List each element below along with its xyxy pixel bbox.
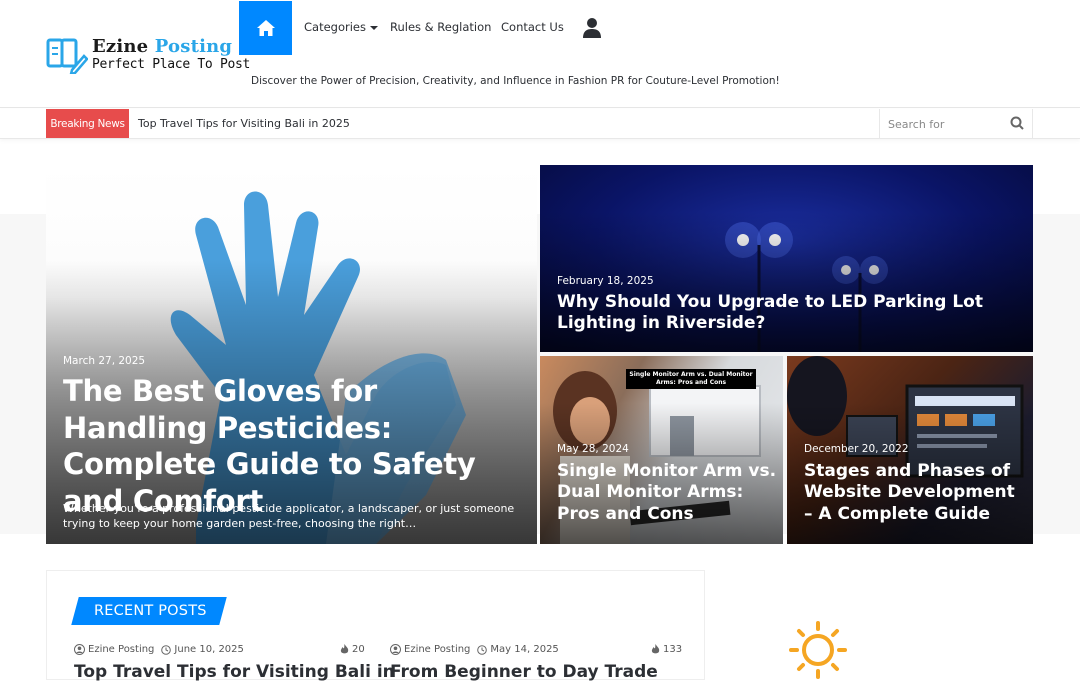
flame-icon bbox=[651, 644, 660, 654]
nav-rules[interactable]: Rules & Reglation bbox=[390, 20, 491, 34]
home-icon bbox=[256, 20, 275, 36]
breaking-news-label: Breaking News bbox=[46, 109, 129, 138]
post-view-count: 133 bbox=[663, 644, 683, 655]
recent-post-title[interactable]: Top Travel Tips for Visiting Bali in bbox=[74, 662, 395, 682]
post-view-count: 20 bbox=[352, 644, 365, 655]
post-title[interactable]: Single Monitor Arm vs. Dual Monitor Arms… bbox=[557, 461, 777, 525]
site-tagline: Discover the Power of Precision, Creativ… bbox=[251, 75, 780, 87]
post-author[interactable]: Ezine Posting bbox=[88, 644, 154, 655]
search-box bbox=[879, 109, 1033, 138]
featured-post-gloves[interactable]: March 27, 2025 The Best Gloves for Handl… bbox=[46, 165, 537, 544]
post-author[interactable]: Ezine Posting bbox=[404, 644, 470, 655]
search-icon[interactable] bbox=[1010, 116, 1024, 130]
recent-posts-section: RECENT POSTS Ezine Posting June 10, 2025… bbox=[46, 570, 705, 682]
logo-name: Ezine Posting bbox=[92, 36, 233, 57]
post-date: May 28, 2024 bbox=[557, 443, 629, 455]
post-title[interactable]: Why Should You Upgrade to LED Parking Lo… bbox=[557, 292, 1022, 335]
search-input[interactable] bbox=[888, 115, 998, 133]
image-caption: Single Monitor Arm vs. Dual Monitor Arms… bbox=[626, 369, 756, 389]
post-meta: Ezine Posting June 10, 2025 bbox=[74, 644, 244, 655]
post-views: 20 bbox=[340, 644, 365, 655]
user-icon[interactable] bbox=[582, 17, 602, 39]
home-button[interactable] bbox=[239, 1, 292, 55]
clock-icon bbox=[477, 644, 488, 655]
chevron-down-icon bbox=[370, 25, 378, 30]
book-pen-icon bbox=[46, 38, 88, 74]
post-excerpt: Whether you’re a professional pesticide … bbox=[63, 502, 515, 531]
post-title[interactable]: The Best Gloves for Handling Pesticides:… bbox=[63, 373, 528, 519]
flame-icon bbox=[340, 644, 349, 654]
post-views: 133 bbox=[651, 644, 682, 655]
featured-post-led[interactable]: February 18, 2025 Why Should You Upgrade… bbox=[540, 165, 1033, 352]
clock-icon bbox=[161, 644, 172, 655]
logo-slogan: Perfect Place To Post bbox=[92, 57, 251, 72]
post-date: December 20, 2022 bbox=[804, 443, 909, 455]
nav-contact[interactable]: Contact Us bbox=[501, 20, 564, 34]
featured-post-web-dev[interactable]: December 20, 2022 Stages and Phases of W… bbox=[787, 356, 1033, 544]
breaking-news-headline[interactable]: Top Travel Tips for Visiting Bali in 202… bbox=[138, 117, 350, 130]
post-date: June 10, 2025 bbox=[174, 644, 244, 655]
site-header: Ezine Posting Perfect Place To Post Cate… bbox=[0, 0, 1080, 108]
site-logo[interactable]: Ezine Posting Perfect Place To Post bbox=[46, 36, 250, 76]
post-date: February 18, 2025 bbox=[557, 275, 654, 287]
recent-posts-label: RECENT POSTS bbox=[94, 603, 207, 619]
post-title[interactable]: Stages and Phases of Website Development… bbox=[804, 461, 1026, 525]
post-date: March 27, 2025 bbox=[63, 355, 146, 367]
featured-post-monitor-arm[interactable]: Single Monitor Arm vs. Dual Monitor Arms… bbox=[540, 356, 783, 544]
post-date: May 14, 2025 bbox=[490, 644, 559, 655]
breaking-news-bar: Breaking News Top Travel Tips for Visiti… bbox=[0, 109, 1080, 139]
user-icon bbox=[390, 644, 401, 655]
user-icon bbox=[74, 644, 85, 655]
sun-icon bbox=[789, 621, 847, 679]
post-meta: Ezine Posting May 14, 2025 bbox=[390, 644, 559, 655]
recent-post-title[interactable]: From Beginner to Day Trade bbox=[390, 662, 658, 682]
nav-categories-label: Categories bbox=[304, 20, 366, 34]
nav-categories[interactable]: Categories bbox=[304, 20, 378, 34]
